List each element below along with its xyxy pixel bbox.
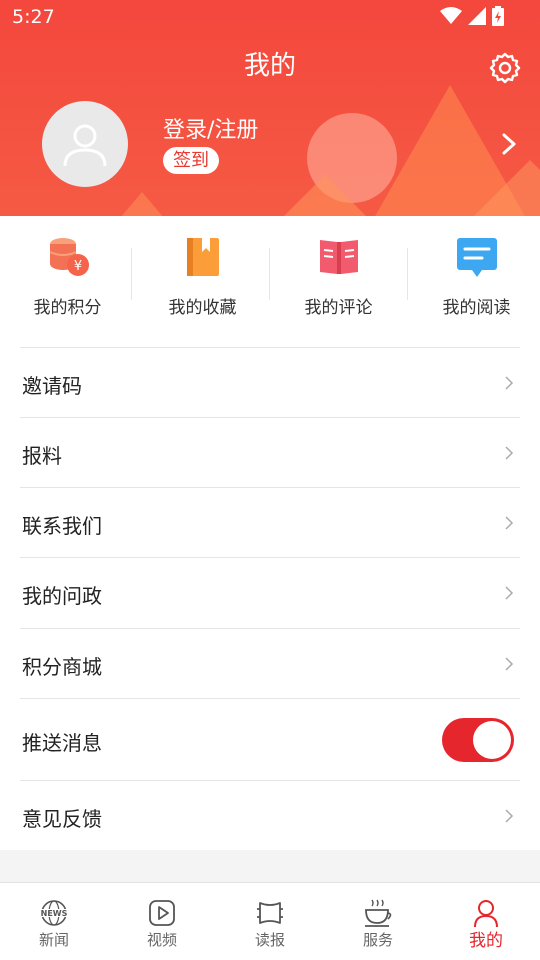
divider	[269, 248, 270, 300]
quick-label: 我的评论	[304, 298, 373, 318]
quick-label: 我的阅读	[442, 298, 511, 318]
chevron-right-icon	[505, 516, 514, 530]
coffee-icon	[365, 899, 392, 927]
page-title: 我的	[243, 51, 296, 81]
nav-label: 新闻	[38, 931, 69, 949]
menu-label: 推送消息	[22, 731, 102, 755]
divider	[407, 248, 408, 300]
newspaper-icon	[257, 902, 283, 924]
menu-label: 我的问政	[22, 584, 102, 608]
push-toggle[interactable]	[442, 718, 514, 762]
chevron-right-icon	[505, 376, 514, 390]
nav-video[interactable]: 视频	[108, 883, 216, 960]
svg-text:¥: ¥	[74, 259, 82, 274]
menu-label: 邀请码	[22, 374, 82, 398]
chevron-right-icon	[505, 586, 514, 600]
status-bar: 5:27	[0, 0, 540, 32]
nav-mine[interactable]: 我的	[432, 883, 540, 960]
login-register-link[interactable]: 登录/注册	[163, 112, 258, 144]
nav-label: 读报	[254, 931, 285, 949]
quick-label: 我的积分	[33, 298, 102, 318]
nav-label: 服务	[362, 931, 393, 949]
decorative-mountain	[280, 175, 370, 216]
settings-menu: 邀请码 报料 联系我们 我的问政 积分商城 推送消息 意见反馈	[0, 346, 540, 850]
bottom-navigation: NEWS 新闻 视频 读报 服务 我的	[0, 882, 540, 960]
menu-label: 报料	[22, 444, 62, 468]
nav-label: 视频	[146, 931, 177, 949]
svg-text:NEWS: NEWS	[41, 909, 68, 918]
status-icons	[440, 6, 504, 26]
menu-item-feedback[interactable]: 意见反馈	[20, 780, 520, 850]
divider	[131, 248, 132, 300]
chevron-right-icon	[505, 809, 514, 823]
signal-icon	[468, 7, 486, 25]
user-placeholder-icon	[63, 124, 107, 167]
nav-services[interactable]: 服务	[324, 883, 432, 960]
sign-in-button[interactable]: 签到	[163, 147, 219, 174]
battery-icon	[492, 6, 504, 26]
menu-item-push-notifications: 推送消息	[20, 698, 520, 780]
menu-label: 联系我们	[22, 514, 102, 538]
open-book-icon	[320, 240, 358, 274]
play-icon	[149, 900, 175, 926]
toggle-knob	[473, 721, 511, 759]
quick-item-reading[interactable]: 我的阅读	[409, 216, 540, 346]
nav-news[interactable]: NEWS 新闻	[0, 883, 108, 960]
quick-label: 我的收藏	[168, 298, 237, 318]
menu-item-invite-code[interactable]: 邀请码	[20, 347, 520, 417]
message-icon	[457, 238, 497, 277]
menu-item-contact-us[interactable]: 联系我们	[20, 487, 520, 557]
chevron-right-icon	[505, 657, 514, 671]
menu-item-points-mall[interactable]: 积分商城	[20, 628, 520, 698]
status-time: 5:27	[12, 6, 55, 28]
nav-newspaper[interactable]: 读报	[216, 883, 324, 960]
profile-header: 5:27 我的 登录/注册 签到	[0, 0, 540, 216]
chevron-right-icon	[505, 446, 514, 460]
news-globe-icon: NEWS	[39, 900, 69, 926]
user-icon	[474, 900, 498, 928]
quick-item-comments[interactable]: 我的评论	[271, 216, 406, 346]
avatar[interactable]	[42, 101, 128, 187]
nav-label: 我的	[469, 931, 503, 951]
quick-actions: ¥ 我的积分 我的收藏 我的评论 我的阅读	[0, 216, 540, 346]
quick-item-points[interactable]: ¥ 我的积分	[0, 216, 135, 346]
bookmark-book-icon	[187, 238, 219, 276]
menu-item-my-inquiries[interactable]: 我的问政	[20, 557, 520, 627]
decorative-mountain	[470, 160, 540, 216]
wifi-icon	[440, 7, 462, 24]
chevron-right-icon[interactable]	[498, 132, 520, 156]
menu-label: 意见反馈	[22, 807, 102, 831]
coins-icon: ¥	[49, 238, 89, 276]
quick-item-favorites[interactable]: 我的收藏	[135, 216, 270, 346]
menu-label: 积分商城	[22, 655, 102, 679]
decorative-mountain	[120, 192, 164, 216]
menu-item-report[interactable]: 报料	[20, 417, 520, 487]
settings-gear-icon[interactable]	[488, 51, 522, 85]
